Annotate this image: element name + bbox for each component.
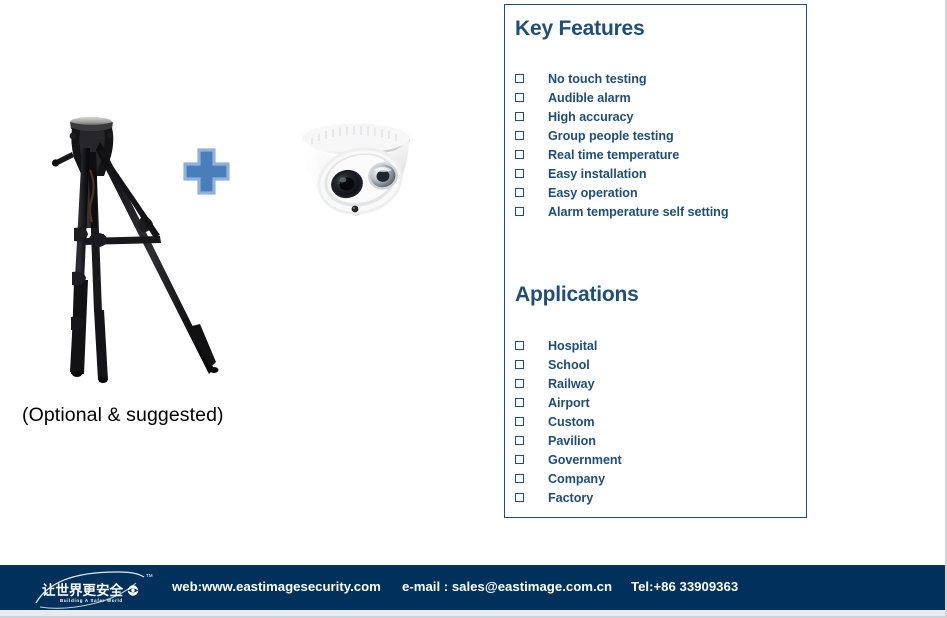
- checkbox-icon[interactable]: [515, 379, 524, 388]
- list-item-label: Government: [548, 452, 622, 467]
- company-logo: 让世界更安全 Building A Safer World TM: [24, 567, 164, 609]
- list-item[interactable]: Real time temperature: [515, 145, 728, 164]
- list-item[interactable]: School: [515, 355, 622, 374]
- footer-website[interactable]: web:www.eastimagesecurity.com: [172, 579, 381, 594]
- tripod-caption: (Optional & suggested): [22, 404, 224, 426]
- product-image-area: (Optional & suggested): [0, 0, 470, 545]
- dome-camera-image: [292, 118, 427, 238]
- list-item-label: Easy operation: [548, 185, 638, 200]
- features-applications-panel: Key Features No touch testing Audible al…: [504, 4, 807, 518]
- list-item-label: School: [548, 357, 590, 372]
- list-item[interactable]: Hospital: [515, 336, 622, 355]
- logo-tagline: Building A Safer World: [60, 598, 123, 603]
- slide-canvas: (Optional & suggested) Key Features No t…: [0, 0, 947, 618]
- list-item-label: Railway: [548, 376, 595, 391]
- applications-list: Hospital School Railway Airport Custom P…: [515, 336, 622, 507]
- footer-email[interactable]: e-mail : sales@eastimage.com.cn: [402, 579, 612, 594]
- list-item[interactable]: Government: [515, 450, 622, 469]
- applications-heading: Applications: [515, 283, 639, 306]
- list-item[interactable]: No touch testing: [515, 69, 728, 88]
- list-item-label: Real time temperature: [548, 147, 680, 162]
- checkbox-icon[interactable]: [515, 188, 524, 197]
- list-item-label: Airport: [548, 395, 590, 410]
- checkbox-icon[interactable]: [515, 74, 524, 83]
- list-item[interactable]: Alarm temperature self setting: [515, 202, 729, 221]
- list-item-label: Alarm temperature self setting: [548, 204, 729, 219]
- list-item-label: Factory: [548, 490, 594, 505]
- list-item[interactable]: Easy installation: [515, 164, 728, 183]
- checkbox-icon[interactable]: [515, 493, 524, 502]
- key-features-heading: Key Features: [515, 17, 645, 40]
- list-item[interactable]: Easy operation: [515, 183, 728, 202]
- list-item[interactable]: Pavilion: [515, 431, 622, 450]
- checkbox-icon[interactable]: [515, 417, 524, 426]
- list-item-label: Group people testing: [548, 128, 674, 143]
- checkbox-icon[interactable]: [515, 474, 524, 483]
- plus-icon: [183, 148, 230, 195]
- list-item-label: High accuracy: [548, 109, 634, 124]
- key-features-list: No touch testing Audible alarm High accu…: [515, 69, 729, 221]
- checkbox-icon[interactable]: [515, 341, 524, 350]
- checkbox-icon[interactable]: [515, 436, 524, 445]
- list-item-label: Company: [548, 471, 606, 486]
- list-item-label: No touch testing: [548, 71, 647, 86]
- list-item[interactable]: High accuracy: [515, 107, 728, 126]
- logo-trademark: TM: [146, 573, 153, 578]
- checkbox-icon[interactable]: [515, 131, 524, 140]
- checkbox-icon[interactable]: [515, 169, 524, 178]
- list-item[interactable]: Factory: [515, 488, 622, 507]
- footer-bottom-strip: [0, 610, 945, 616]
- footer-telephone: Tel:+86 33909363: [631, 579, 739, 594]
- list-item-label: Custom: [548, 414, 595, 429]
- logo-chinese-text: 让世界更安全: [42, 582, 123, 599]
- list-item-label: Hospital: [548, 338, 598, 353]
- checkbox-icon[interactable]: [515, 360, 524, 369]
- checkbox-icon[interactable]: [515, 93, 524, 102]
- checkbox-icon[interactable]: [515, 207, 524, 216]
- footer-bar: 让世界更安全 Building A Safer World TM web:www…: [0, 565, 945, 610]
- list-item-label: Easy installation: [548, 166, 647, 181]
- list-item-label: Pavilion: [548, 433, 596, 448]
- list-item-label: Audible alarm: [548, 90, 631, 105]
- list-item[interactable]: Airport: [515, 393, 622, 412]
- list-item[interactable]: Group people testing: [515, 126, 728, 145]
- list-item[interactable]: Railway: [515, 374, 622, 393]
- list-item[interactable]: Company: [515, 469, 622, 488]
- list-item[interactable]: Custom: [515, 412, 622, 431]
- checkbox-icon[interactable]: [515, 455, 524, 464]
- checkbox-icon[interactable]: [515, 398, 524, 407]
- checkbox-icon[interactable]: [515, 150, 524, 159]
- list-item[interactable]: Audible alarm: [515, 88, 728, 107]
- checkbox-icon[interactable]: [515, 112, 524, 121]
